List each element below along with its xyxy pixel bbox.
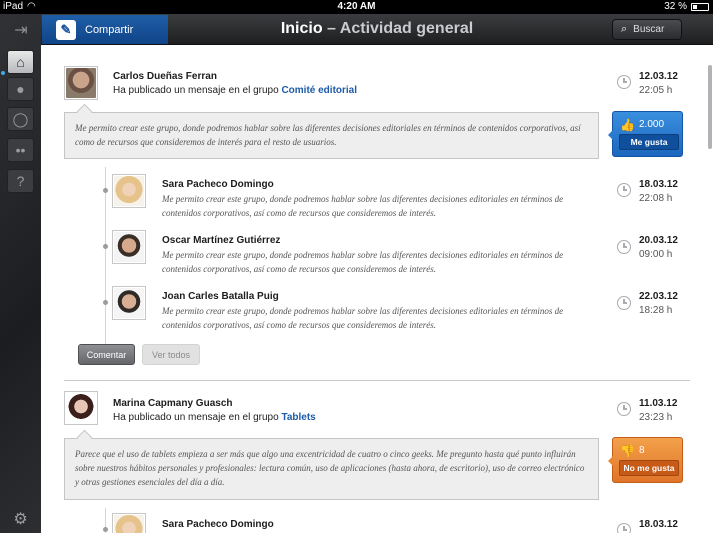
post-author[interactable]: Carlos Dueñas Ferran [113,71,217,82]
like-count: 2.000 [639,119,665,130]
rail-item-home[interactable]: ⌂ [7,50,34,74]
reply-date: 18.03.12 [639,179,678,190]
battery-icon [691,3,709,11]
clock-icon [617,240,631,254]
active-indicator [1,71,5,75]
clock-icon [617,523,631,533]
dislike-button[interactable]: No me gusta [619,460,679,476]
thread-dot [103,300,108,305]
post-message: Me permito crear este grupo, donde podre… [64,112,599,159]
reply-date: 18.03.12 [639,519,678,530]
reply-author[interactable]: Oscar Martínez Gutiérrez [162,235,280,246]
dislike-widget: 👎 8 No me gusta [608,437,683,483]
home-icon: ⌂ [16,54,25,70]
thread-dot [103,188,108,193]
collapse-icon[interactable]: ⇥ [8,21,34,39]
reply-date: 22.03.12 [639,291,678,302]
help-icon: ? [16,173,25,189]
search-icon: ⌕ [621,23,628,35]
rail-item-profile[interactable]: ● [7,77,34,101]
search-button[interactable]: ⌕ Buscar [612,19,682,40]
like-button[interactable]: Me gusta [619,134,679,150]
status-bar: iPad ◠ 4:20 AM 32 % [0,0,713,14]
avatar[interactable] [112,513,146,533]
post-date: 11.03.12 [639,398,678,409]
avatar[interactable] [112,174,146,208]
thread-line [105,167,106,347]
activity-feed[interactable]: Carlos Dueñas Ferran Ha publicado un men… [41,45,713,533]
page-title-main: Inicio [280,20,323,37]
post-context: Ha publicado un mensaje en el grupo Comi… [113,85,357,96]
reply-author[interactable]: Sara Pacheco Domingo [162,179,274,190]
search-button-label: Buscar [633,24,665,35]
thumbs-down-icon: 👎 [620,444,635,458]
dislike-count: 8 [639,445,645,456]
avatar[interactable] [64,66,98,100]
reply-time: 22:08 h [639,193,673,204]
rail-item-help[interactable]: ? [7,169,34,193]
post-author[interactable]: Marina Capmany Guasch [113,398,232,409]
group-icon: •• [15,142,26,158]
rail-item-groups[interactable]: •• [7,138,34,162]
post-context-prefix: Ha publicado un mensaje en el grupo [113,412,282,423]
group-link[interactable]: Tablets [281,412,315,423]
status-time: 4:20 AM [337,1,376,12]
reply-date: 20.03.12 [639,235,678,246]
group-link[interactable]: Comité editorial [281,85,357,96]
thumbs-up-icon: 👍 [620,118,635,132]
post-context: Ha publicado un mensaje en el grupo Tabl… [113,412,316,423]
refresh-icon: ◯ [12,110,29,127]
battery-percent: 32 % [664,1,687,12]
thread-dot [103,244,108,249]
view-all-button[interactable]: Ver todos [142,344,200,365]
reply-text: Me permito crear este grupo, donde podre… [162,306,564,330]
post-separator [64,380,690,381]
page-title-separator: – [322,20,340,37]
clock-icon [617,296,631,310]
reply-time: 09:00 h [639,249,673,260]
avatar[interactable] [112,286,146,320]
like-widget: 👍 2.000 Me gusta [608,111,683,157]
reply-text: Me permito crear este grupo, donde podre… [162,250,564,274]
comment-button[interactable]: Comentar [78,344,135,365]
post-date: 12.03.12 [639,71,678,82]
settings-gear-icon[interactable]: ⚙ [7,508,34,530]
top-navbar: ✎ Compartir Inicio – Actividad general ⌕… [41,14,713,45]
avatar[interactable] [112,230,146,264]
post-message: Parece que el uso de tablets empieza a s… [64,438,599,500]
clock-icon [617,402,631,416]
avatar[interactable] [64,391,98,425]
side-rail: ⇥ ⌂ ● ◯ •• ? ⚙ [0,14,41,533]
post-context-prefix: Ha publicado un mensaje en el grupo [113,85,282,96]
page-title-sub: Actividad general [339,20,474,37]
post-time: 23:23 h [639,412,673,423]
thread-dot [103,527,108,532]
reply-time: 18:28 h [639,305,673,316]
rail-item-activity[interactable]: ◯ [7,107,34,131]
scrollbar[interactable] [708,65,712,149]
reply-text: Me permito crear este grupo, donde podre… [162,194,564,218]
reply-author[interactable]: Joan Carles Batalla Puig [162,291,279,302]
clock-icon [617,183,631,197]
clock-icon [617,75,631,89]
reply-author[interactable]: Sara Pacheco Domingo [162,519,274,530]
person-icon: ● [16,81,25,97]
post-time: 22:05 h [639,85,673,96]
